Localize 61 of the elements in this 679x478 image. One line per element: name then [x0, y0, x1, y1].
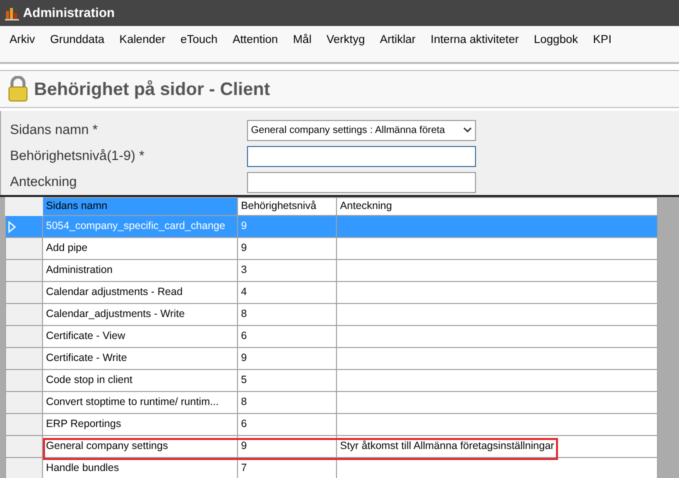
row-header[interactable] — [6, 392, 42, 414]
table-cell: Calendar adjustments - Read — [42, 282, 238, 304]
table-cell: 9 — [238, 348, 336, 370]
menu-item[interactable]: Kalender — [112, 32, 173, 50]
input-field[interactable] — [247, 172, 476, 192]
column-header[interactable]: Sidans namn — [42, 198, 238, 216]
table-cell: 6 — [238, 414, 336, 436]
input-field[interactable] — [247, 146, 476, 166]
menu-item[interactable]: Artiklar — [372, 32, 424, 50]
menu-item[interactable]: Mål — [285, 32, 319, 50]
menu-item[interactable]: Grunddata — [42, 32, 112, 50]
column-header[interactable]: Anteckning — [336, 198, 658, 216]
table-cell: ERP Reportings — [42, 414, 238, 436]
row-header[interactable] — [6, 436, 42, 458]
table-cell: Styr åtkomst till Allmänna företagsinställningar — [336, 436, 658, 458]
column-header[interactable]: Behörighetsnivå — [238, 198, 336, 216]
field-label: Anteckning — [10, 172, 78, 191]
row-header[interactable] — [6, 216, 42, 238]
table-cell: Code stop in client — [42, 370, 238, 392]
menu-item[interactable]: Verktyg — [319, 32, 372, 50]
field-label: Behörighetsnivå(1-9) * — [10, 146, 146, 165]
row-header[interactable] — [6, 458, 42, 478]
menu-item[interactable]: Arkiv — [2, 32, 43, 50]
table-cell: Convert stoptime to runtime/ runtim... — [42, 392, 238, 414]
menu-item[interactable]: Interna aktiviteter — [423, 32, 526, 50]
table-cell: 9 — [238, 436, 336, 458]
table-cell: 8 — [238, 392, 336, 414]
row-header[interactable] — [6, 414, 42, 436]
row-header[interactable] — [6, 304, 42, 326]
table-cell: 9 — [238, 216, 336, 238]
padlock-icon — [8, 76, 28, 102]
table-cell: 5054_company_specific_card_change — [42, 216, 238, 238]
row-header[interactable] — [6, 238, 42, 260]
menu-item[interactable]: KPI — [585, 32, 620, 50]
table-cell: Add pipe — [42, 238, 238, 260]
row-header[interactable] — [6, 348, 42, 370]
window-title: Administration — [23, 4, 115, 22]
row-header[interactable] — [6, 326, 42, 348]
menu-item[interactable]: Loggbok — [526, 32, 586, 50]
row-header[interactable] — [6, 282, 42, 304]
table-cell: Certificate - Write — [42, 348, 238, 370]
menu-item[interactable]: eTouch — [172, 32, 226, 50]
table-cell: Administration — [42, 260, 238, 282]
table-cell: General company settings — [42, 436, 238, 458]
table-cell: 5 — [238, 370, 336, 392]
table-cell: Calendar_adjustments - Write — [42, 304, 238, 326]
row-pointer-icon — [8, 220, 16, 232]
field-label: Sidans namn * — [10, 120, 99, 139]
table-cell: 8 — [238, 304, 336, 326]
page-title: Behörighet på sidor - Client — [34, 78, 270, 101]
table-cell: 4 — [238, 282, 336, 304]
table-cell: 9 — [238, 238, 336, 260]
row-header[interactable] — [6, 260, 42, 282]
menu-item[interactable]: Attention — [225, 32, 286, 50]
table-cell: 6 — [238, 326, 336, 348]
page-dropdown[interactable]: General company settings : Allmänna företa — [247, 120, 476, 140]
table-cell: 3 — [238, 260, 336, 282]
row-header[interactable] — [6, 370, 42, 392]
app-logo-icon — [4, 5, 20, 21]
table-cell: Certificate - View — [42, 326, 238, 348]
caret-icon — [463, 127, 472, 133]
